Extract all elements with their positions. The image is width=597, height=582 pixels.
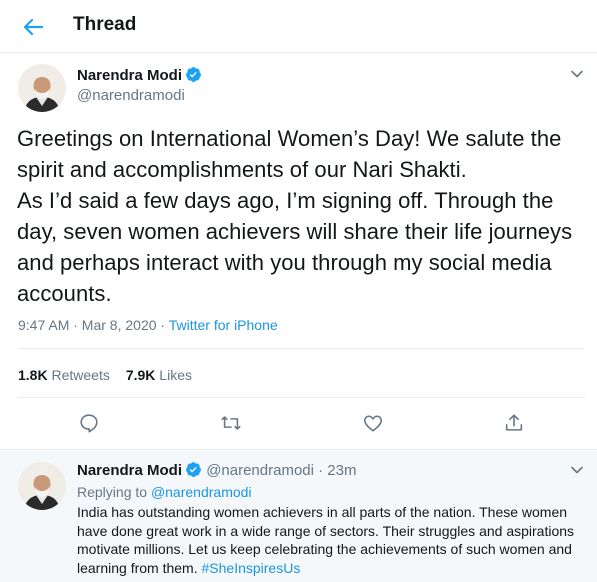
tweet-timestamp[interactable]: 9:47 AM · Mar 8, 2020 ·	[18, 317, 169, 333]
share-icon	[505, 414, 523, 431]
replying-to: Replying to @narendramodi	[77, 484, 252, 500]
verified-badge-icon	[186, 67, 201, 82]
avatar-portrait	[18, 462, 66, 510]
reply-body: India has outstanding women achievers in…	[77, 504, 575, 576]
replying-prefix: Replying to	[77, 484, 151, 500]
like-button[interactable]	[362, 412, 384, 434]
tweet-text: Greetings on International Women’s Day! …	[17, 126, 573, 306]
likes-stat[interactable]: 7.9K Likes	[126, 367, 192, 383]
tweet-stats: 1.8K Retweets 7.9K Likes	[18, 367, 208, 383]
retweets-stat[interactable]: 1.8K Retweets	[18, 367, 110, 383]
divider	[18, 397, 585, 398]
avatar-portrait	[18, 64, 66, 112]
arrow-left-icon	[23, 18, 44, 36]
chevron-down-icon[interactable]	[570, 67, 584, 81]
retweet-button[interactable]	[220, 412, 242, 434]
verified-badge-icon	[186, 462, 201, 477]
like-icon	[363, 415, 383, 432]
avatar[interactable]	[18, 462, 66, 510]
reply-author-row: Narendra Modi @narendramodi · 23m	[77, 461, 356, 479]
likes-label: Likes	[159, 367, 192, 383]
retweet-icon	[221, 416, 241, 430]
reply-tweet[interactable]: Narendra Modi @narendramodi · 23m Replyi…	[0, 451, 597, 582]
reply-handle-time[interactable]: @narendramodi · 23m	[206, 462, 356, 479]
avatar[interactable]	[18, 64, 66, 112]
reply-button[interactable]	[78, 412, 100, 434]
tweet-meta: 9:47 AM · Mar 8, 2020 · Twitter for iPho…	[18, 317, 278, 333]
retweets-count: 1.8K	[18, 367, 48, 383]
replying-handle-link[interactable]: @narendramodi	[151, 484, 252, 500]
reply-icon	[80, 414, 98, 433]
back-button[interactable]	[18, 12, 48, 42]
tweet-source-link[interactable]: Twitter for iPhone	[169, 317, 278, 333]
page-title: Thread	[73, 14, 137, 35]
main-tweet: Narendra Modi @narendramodi Greetings on…	[0, 53, 597, 450]
reply-text: India has outstanding women achievers in…	[77, 503, 589, 577]
divider	[18, 348, 585, 349]
author-name-row[interactable]: Narendra Modi	[77, 66, 202, 85]
hashtag-link[interactable]: #SheInspiresUs	[202, 560, 301, 576]
retweets-label: Retweets	[51, 367, 110, 383]
thread-header: Thread	[0, 0, 597, 53]
reply-author-name[interactable]: Narendra Modi	[77, 462, 182, 479]
author-name[interactable]: Narendra Modi	[77, 67, 182, 84]
author-handle[interactable]: @narendramodi	[77, 87, 185, 104]
share-button[interactable]	[503, 412, 525, 434]
chevron-down-icon[interactable]	[570, 463, 584, 477]
likes-count: 7.9K	[125, 367, 156, 383]
